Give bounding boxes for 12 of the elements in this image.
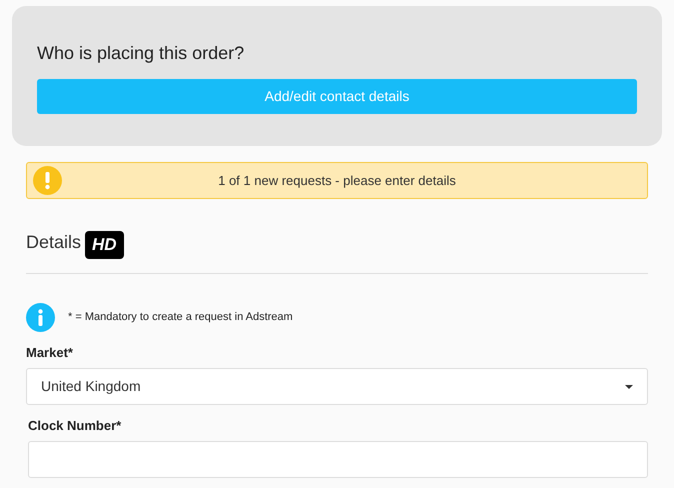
field-label: Market*: [26, 344, 74, 362]
field-label: Clock Number*: [28, 417, 122, 435]
caret-icon: [625, 384, 633, 388]
panel-title: Who is placing this order?: [37, 42, 246, 64]
warning-icon: [33, 166, 62, 195]
hd-badge: HD: [85, 231, 124, 259]
alert-text: 1 of 1 new requests - please enter details: [218, 172, 456, 188]
mandatory-note: * = Mandatory to create a request in Adstream: [68, 310, 293, 326]
info-icon: [26, 303, 55, 332]
market-select[interactable]: United Kingdom: [26, 368, 648, 405]
clock-number-field[interactable]: [28, 441, 648, 478]
details-heading: Details: [26, 231, 82, 254]
